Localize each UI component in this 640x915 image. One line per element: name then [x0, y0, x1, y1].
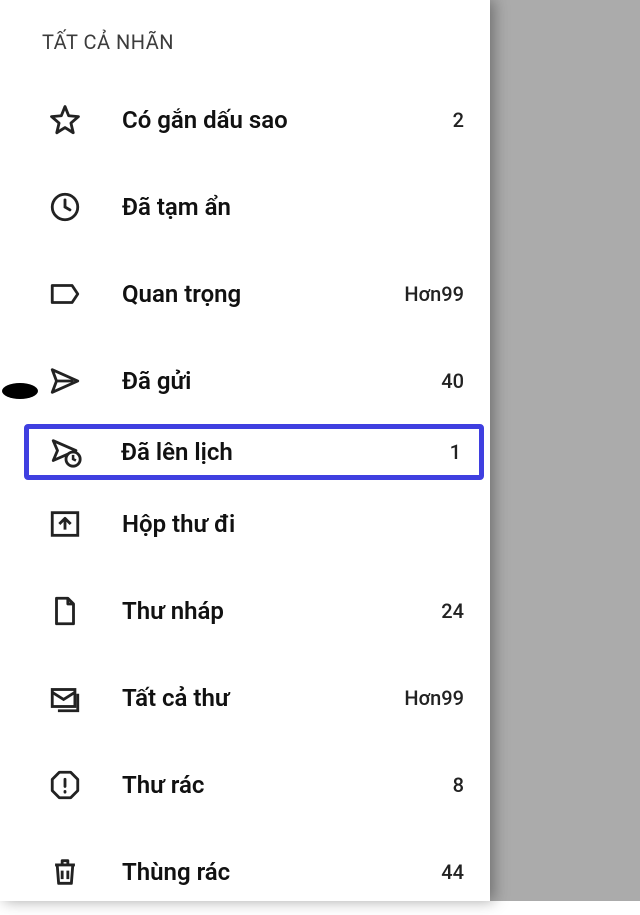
trash-icon [48, 855, 82, 889]
drawer-item-count: 1 [405, 440, 461, 464]
clock-icon [48, 190, 82, 224]
drawer-item-send[interactable]: Đã gửi40 [0, 337, 490, 424]
drawer-item-label: Thư nháp [82, 597, 408, 625]
drawer-item-spam[interactable]: Thư rác8 [0, 741, 490, 828]
drawer-item-label: Đã gửi [82, 367, 408, 395]
drawer-item-draft[interactable]: Thư nháp24 [0, 567, 490, 654]
drawer-item-count: 8 [408, 773, 464, 797]
drawer-item-clock[interactable]: Đã tạm ẩn [0, 163, 490, 250]
drawer-item-star[interactable]: Có gắn dấu sao2 [0, 76, 490, 163]
drawer-item-label: Thùng rác [82, 858, 408, 886]
drawer-item-trash[interactable]: Thùng rác44 [0, 828, 490, 915]
allmail-icon [48, 681, 82, 715]
drawer-item-label: Tất cả thư [82, 684, 404, 712]
tag-icon [48, 277, 82, 311]
spam-icon [48, 768, 82, 802]
drawer-item-label: Hộp thư đi [82, 510, 408, 538]
scheduled-icon [49, 435, 83, 469]
drawer-item-label: Quan trọng [82, 280, 404, 308]
outbox-icon [48, 507, 82, 541]
drawer-item-count: 24 [408, 599, 464, 623]
drawer-item-label: Có gắn dấu sao [82, 106, 408, 134]
drawer-item-count: 44 [408, 860, 464, 884]
drawer-item-scheduled[interactable]: Đã lên lịch1 [24, 424, 484, 480]
drawer-item-label: Đã tạm ẩn [82, 193, 408, 221]
drawer-item-outbox[interactable]: Hộp thư đi [0, 480, 490, 567]
drawer-item-count: 40 [408, 369, 464, 393]
star-icon [48, 103, 82, 137]
drawer-item-count: 2 [408, 108, 464, 132]
drawer-item-label: Thư rác [82, 771, 408, 799]
drawer-item-tag[interactable]: Quan trọngHơn99 [0, 250, 490, 337]
navigation-drawer: TẤT CẢ NHÃN Có gắn dấu sao2 Đã tạm ẩn Quan… [0, 0, 490, 901]
drawer-item-allmail[interactable]: Tất cả thưHơn99 [0, 654, 490, 741]
draft-icon [48, 594, 82, 628]
section-title: TẤT CẢ NHÃN [0, 20, 490, 76]
drawer-item-count: Hơn99 [404, 282, 464, 306]
send-icon [48, 364, 82, 398]
label-list: Có gắn dấu sao2Đã tạm ẩnQuan trọngHơn99Đ… [0, 76, 490, 915]
annotation-scribble [2, 383, 38, 399]
drawer-scrim[interactable] [490, 0, 640, 901]
drawer-item-label: Đã lên lịch [83, 438, 405, 466]
drawer-item-count: Hơn99 [404, 686, 464, 710]
